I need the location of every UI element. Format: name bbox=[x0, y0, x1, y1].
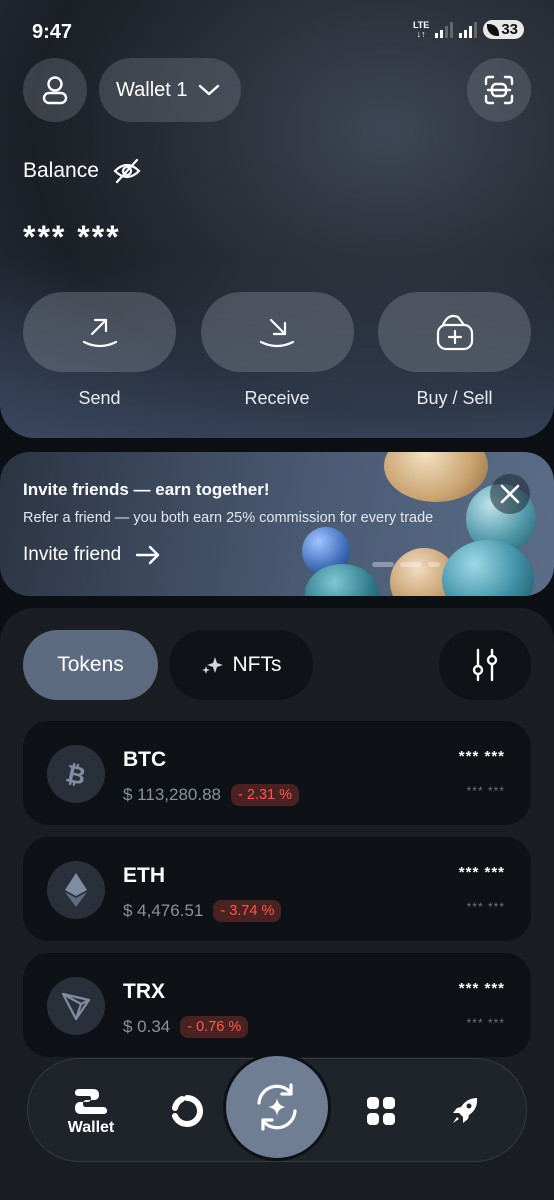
balance-row: Balance bbox=[23, 158, 141, 184]
receive-button[interactable] bbox=[200, 292, 354, 372]
action-row: Send Receive Buy / Sell bbox=[23, 292, 531, 409]
token-price: $ 4,476.51 bbox=[123, 901, 204, 920]
invite-friend-link[interactable]: Invite friend bbox=[23, 544, 161, 566]
token-amount: *** *** bbox=[458, 748, 505, 765]
nav-launch[interactable] bbox=[430, 1059, 500, 1163]
token-fiat-value: *** *** bbox=[466, 1016, 505, 1030]
wallet-name: Wallet 1 bbox=[116, 78, 188, 101]
buy-sell-label: Buy / Sell bbox=[416, 388, 493, 408]
wallet-selector[interactable]: Wallet 1 bbox=[99, 58, 241, 122]
promo-title: Invite friends — earn together! bbox=[23, 480, 270, 499]
receive-arrow-icon bbox=[259, 318, 295, 348]
scan-button[interactable] bbox=[467, 58, 531, 122]
carousel-indicator bbox=[372, 562, 440, 567]
ethereum-icon bbox=[47, 861, 105, 919]
token-price: $ 0.34 bbox=[123, 1017, 171, 1036]
token-price-row: $ 4,476.51 - 3.74 % bbox=[123, 900, 282, 922]
swap-icon bbox=[257, 1083, 297, 1131]
buy-sell-icon bbox=[436, 314, 473, 351]
sphere-illustration-4 bbox=[442, 540, 534, 596]
rocket-icon bbox=[453, 1098, 478, 1123]
token-price-row: $ 0.34 - 0.76 % bbox=[123, 1016, 249, 1038]
token-price-row: $ 113,280.88 - 2.31 % bbox=[123, 784, 299, 806]
close-promo-button[interactable] bbox=[490, 474, 530, 514]
scan-icon bbox=[484, 75, 514, 105]
eye-off-icon[interactable] bbox=[113, 158, 141, 184]
signal-icon bbox=[435, 21, 454, 38]
coin-illustration bbox=[384, 452, 488, 502]
send-label: Send bbox=[78, 388, 121, 408]
top-header: Wallet 1 bbox=[23, 58, 531, 122]
token-change-badge: - 2.31 % bbox=[231, 784, 299, 806]
balance-label: Balance bbox=[23, 159, 99, 182]
svg-text:₿: ₿ bbox=[63, 759, 88, 789]
battery-indicator: 33 bbox=[483, 20, 524, 39]
status-time: 9:47 bbox=[32, 21, 73, 43]
nav-apps[interactable] bbox=[346, 1059, 416, 1163]
filter-button[interactable] bbox=[439, 630, 531, 700]
sliders-icon bbox=[472, 648, 498, 682]
receive-action[interactable]: Receive bbox=[200, 292, 354, 409]
tab-tokens[interactable]: Tokens bbox=[23, 630, 158, 700]
nav-wallet-label: Wallet bbox=[67, 1119, 115, 1136]
token-amount: *** *** bbox=[458, 980, 505, 997]
receive-label: Receive bbox=[244, 388, 310, 408]
buy-sell-button[interactable] bbox=[378, 292, 531, 372]
token-change-badge: - 0.76 % bbox=[180, 1016, 249, 1038]
next-token-row-peek bbox=[20, 1184, 534, 1200]
send-button[interactable] bbox=[23, 292, 176, 372]
balance-value: *** *** bbox=[23, 219, 121, 255]
wallet-logo-icon bbox=[75, 1089, 107, 1114]
invite-friend-label: Invite friend bbox=[23, 544, 122, 565]
sparkle-icon bbox=[201, 657, 223, 674]
swap-button[interactable] bbox=[223, 1053, 331, 1161]
chevron-down-icon bbox=[198, 84, 219, 96]
tron-icon bbox=[47, 977, 105, 1035]
pie-chart-icon bbox=[172, 1095, 203, 1127]
nav-wallet[interactable]: Wallet bbox=[56, 1059, 126, 1163]
signal-icon-2 bbox=[459, 21, 478, 38]
token-symbol: TRX bbox=[123, 980, 165, 1003]
profile-icon bbox=[42, 76, 68, 105]
token-amount: *** *** bbox=[458, 864, 505, 881]
arrow-right-icon bbox=[136, 545, 160, 565]
bitcoin-icon: ₿ bbox=[47, 745, 105, 803]
token-fiat-value: *** *** bbox=[466, 784, 505, 798]
close-icon bbox=[500, 484, 520, 504]
tab-nfts[interactable]: NFTs bbox=[169, 630, 313, 700]
send-action[interactable]: Send bbox=[23, 292, 176, 409]
buy-sell-action[interactable]: Buy / Sell bbox=[378, 292, 531, 409]
token-row-btc[interactable]: ₿ BTC $ 113,280.88 - 2.31 % *** *** *** … bbox=[23, 721, 531, 825]
token-fiat-value: *** *** bbox=[466, 900, 505, 914]
send-arrow-icon bbox=[82, 318, 117, 348]
grid-icon bbox=[367, 1097, 395, 1125]
network-type: LTE ↓↑ bbox=[412, 19, 430, 39]
token-row-trx[interactable]: TRX $ 0.34 - 0.76 % *** *** *** *** bbox=[23, 953, 531, 1057]
battery-saver-icon bbox=[487, 23, 500, 36]
asset-tabs: Tokens NFTs bbox=[23, 630, 531, 700]
token-symbol: ETH bbox=[123, 864, 165, 887]
promo-description: Refer a friend — you both earn 25% commi… bbox=[23, 510, 434, 526]
invite-banner[interactable]: Invite friends — earn together! Refer a … bbox=[0, 452, 554, 596]
token-symbol: BTC bbox=[123, 748, 167, 771]
token-price: $ 113,280.88 bbox=[123, 785, 221, 804]
token-row-eth[interactable]: ETH $ 4,476.51 - 3.74 % *** *** *** *** bbox=[23, 837, 531, 941]
status-bar: 9:47 LTE ↓↑ 33 bbox=[32, 18, 524, 48]
nav-portfolio[interactable] bbox=[152, 1059, 222, 1163]
profile-button[interactable] bbox=[23, 58, 87, 122]
token-change-badge: - 3.74 % bbox=[213, 900, 282, 922]
